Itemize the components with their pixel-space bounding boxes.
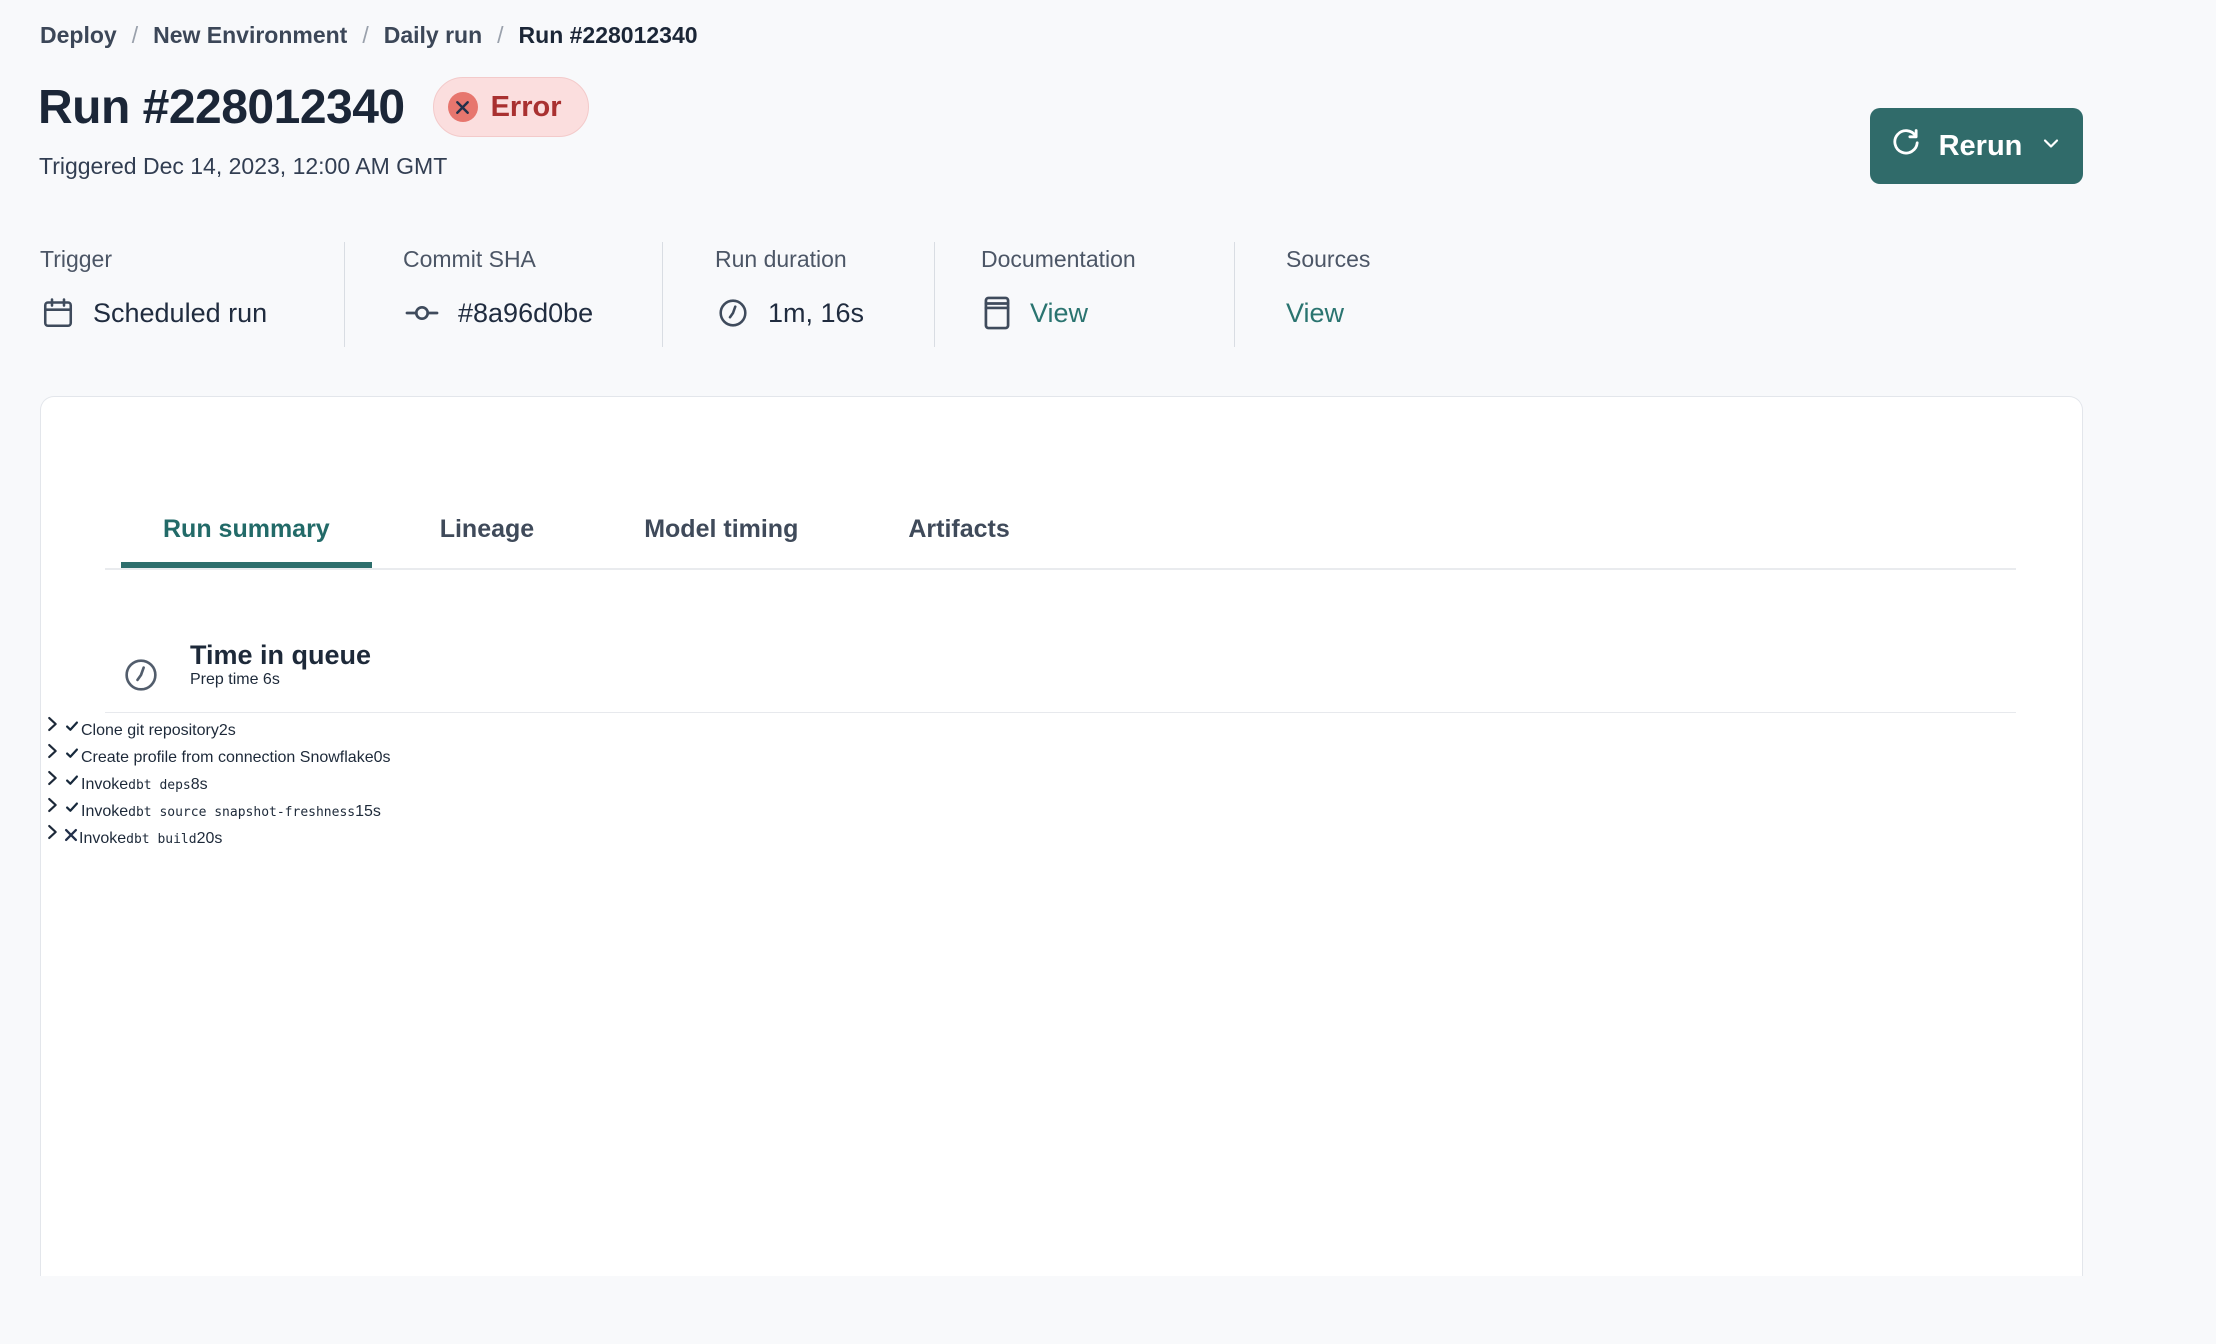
- clock-icon: [715, 295, 751, 331]
- meta-value: View: [981, 291, 1234, 335]
- view-link[interactable]: View: [1286, 298, 1344, 329]
- meta-value: #8a96d0be: [403, 291, 662, 335]
- breadcrumb-item[interactable]: New Environment: [153, 22, 347, 49]
- tab-run-summary[interactable]: Run summary: [121, 515, 372, 568]
- x-circle-icon: [447, 92, 478, 122]
- commit-icon: [403, 294, 441, 332]
- breadcrumb-separator: /: [497, 22, 504, 48]
- breadcrumb: Deploy / New Environment / Daily run / Run #22…: [0, 0, 2216, 49]
- step-row[interactable]: Create profile from connection Snowflake…: [41, 740, 2082, 767]
- meta-label: Run duration: [715, 246, 847, 272]
- chevron-right-icon[interactable]: [41, 770, 63, 793]
- meta-label: Trigger: [40, 246, 112, 272]
- step-title: Invoke: [81, 776, 129, 793]
- step-duration: 8s: [190, 776, 208, 793]
- step-title: Invoke: [81, 803, 129, 820]
- meta-column: Run duration 1m, 16s: [663, 242, 935, 347]
- step-row[interactable]: Invokedbt build20s: [41, 821, 2082, 848]
- meta-value: View: [1286, 291, 1515, 335]
- step-duration: 15s: [355, 803, 381, 820]
- view-link[interactable]: View: [1030, 298, 1088, 329]
- step-list: Clone git repository2s Create profile fro…: [41, 713, 2082, 848]
- meta-column: Sources View: [1235, 242, 1515, 347]
- meta-value: 1m, 16s: [715, 291, 934, 335]
- meta-column: Documentation View: [935, 242, 1235, 347]
- check-circle-icon: [63, 775, 81, 793]
- step-duration: 20s: [196, 830, 223, 847]
- step-duration: 2s: [218, 722, 236, 739]
- step-duration: 0s: [373, 749, 391, 766]
- meta-column: Commit SHA #8a96d0be: [345, 242, 663, 347]
- chevron-right-icon[interactable]: [41, 743, 63, 766]
- rotate-icon: [1890, 126, 1922, 166]
- meta-label: Documentation: [981, 246, 1136, 272]
- rerun-button-label: Rerun: [1938, 129, 2023, 162]
- status-badge-label: Error: [490, 90, 562, 123]
- check-circle-icon: [63, 721, 81, 739]
- book-icon: [981, 294, 1013, 332]
- meta-text: Scheduled run: [93, 297, 268, 328]
- step-title: Invoke: [79, 830, 127, 847]
- check-circle-icon: [63, 802, 81, 820]
- meta-column: Trigger Scheduled run: [40, 242, 345, 347]
- breadcrumb-separator: /: [362, 22, 369, 48]
- tab-artifacts[interactable]: Artifacts: [866, 515, 1051, 568]
- calendar-icon: [40, 295, 76, 331]
- meta-label: Sources: [1286, 246, 1371, 272]
- rerun-button[interactable]: Rerun: [1870, 108, 2083, 184]
- chevron-down-icon: [2039, 130, 2063, 163]
- step-row[interactable]: Clone git repository2s: [41, 713, 2082, 740]
- step-title: Create profile from connection Snowflake: [81, 749, 374, 766]
- breadcrumb-item[interactable]: Deploy: [40, 22, 117, 49]
- breadcrumb-item[interactable]: Daily run: [384, 22, 482, 49]
- chevron-right-icon[interactable]: [41, 824, 63, 847]
- run-detail-card: Run summary Lineage Model timing Artifacts …: [40, 396, 2083, 1276]
- meta-value: Scheduled run: [40, 291, 344, 335]
- step-command-badge: dbt build: [126, 832, 197, 847]
- queue-title: Time in queue: [190, 640, 372, 670]
- meta-text: #8a96d0be: [458, 297, 594, 328]
- breadcrumb-separator: /: [131, 22, 139, 48]
- tab-model-timing[interactable]: Model timing: [602, 515, 840, 568]
- meta-text: 1m, 16s: [768, 297, 865, 328]
- step-row[interactable]: Invokedbt source snapshot-freshness15s: [41, 794, 2082, 821]
- check-circle-icon: [63, 748, 81, 766]
- chevron-right-icon[interactable]: [41, 716, 63, 739]
- step-command-badge: dbt deps: [128, 778, 191, 793]
- page-title: Run #228012340: [38, 80, 405, 134]
- step-title: Clone git repository: [81, 722, 219, 739]
- meta-label: Commit SHA: [403, 246, 536, 272]
- status-badge: Error: [432, 77, 589, 137]
- breadcrumb-item[interactable]: Run #228012340: [519, 22, 698, 49]
- chevron-right-icon[interactable]: [41, 797, 63, 820]
- step-row[interactable]: Invokedbt deps8s: [41, 767, 2082, 794]
- x-circle-icon: [63, 828, 79, 847]
- tab-bar: Run summary Lineage Model timing Artifacts: [105, 515, 2016, 570]
- step-command-badge: dbt source snapshot-freshness: [128, 805, 356, 820]
- time-in-queue-block: Time in queue Prep time 6s: [105, 570, 2016, 713]
- tab-lineage[interactable]: Lineage: [398, 515, 576, 568]
- run-meta-row: Trigger Scheduled run Commit SHA #8a96d0be R…: [40, 242, 2216, 347]
- prep-time-link[interactable]: Prep time 6s: [190, 671, 280, 688]
- clock-icon: [120, 654, 162, 696]
